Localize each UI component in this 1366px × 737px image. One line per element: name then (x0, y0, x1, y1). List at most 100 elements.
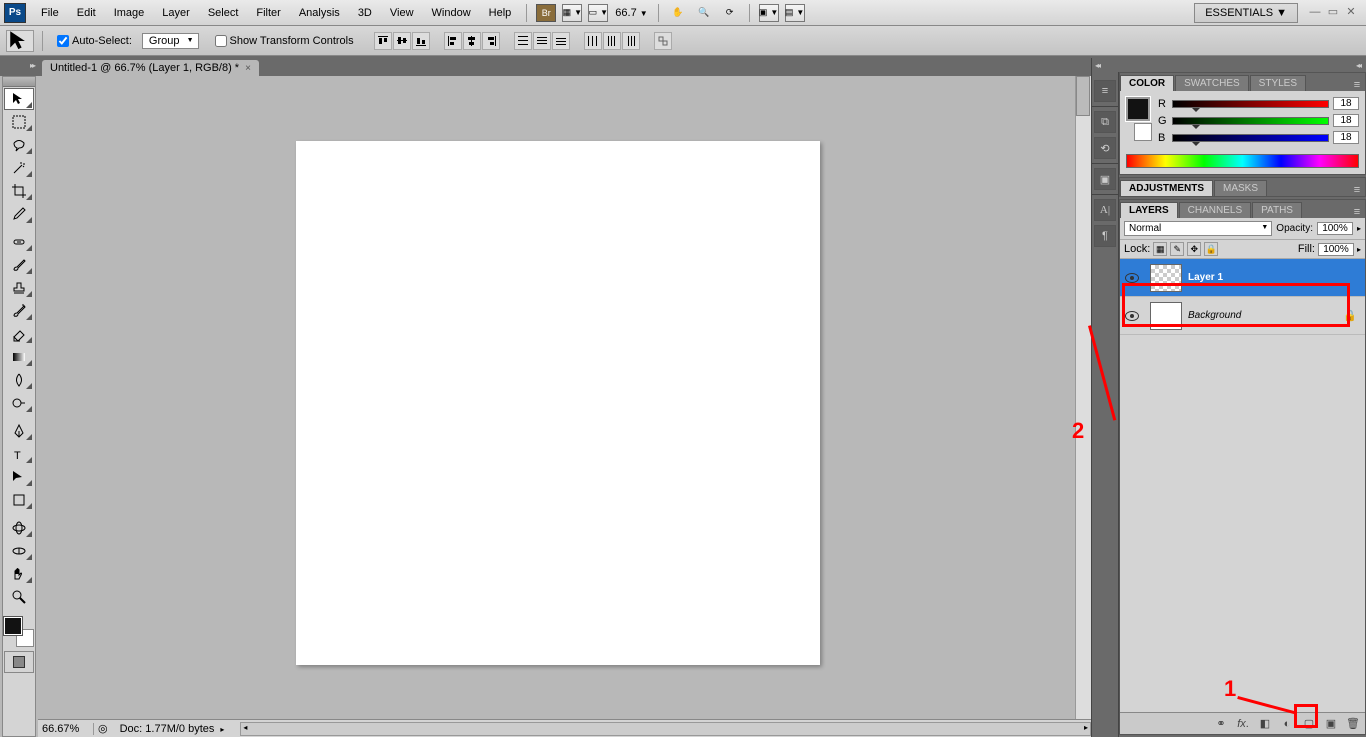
fill-input[interactable]: 100% (1318, 243, 1354, 256)
b-value[interactable]: 18 (1333, 131, 1359, 144)
dist-vcenter-icon[interactable] (533, 32, 551, 50)
menu-analysis[interactable]: Analysis (290, 3, 349, 23)
align-hcenter-icon[interactable] (463, 32, 481, 50)
adj-panel-menu-icon[interactable]: ≡ (1349, 184, 1365, 196)
3d-rotate-tool[interactable] (4, 517, 34, 539)
canvas[interactable] (296, 141, 820, 665)
tab-styles[interactable]: STYLES (1250, 75, 1306, 91)
layer-row[interactable]: Background 🔒 (1120, 297, 1365, 335)
color-fg-bg[interactable] (1126, 97, 1152, 148)
quickmask-toggle[interactable] (4, 651, 34, 673)
lock-pixels-icon[interactable]: ✎ (1170, 242, 1184, 256)
hand-icon[interactable]: ✋ (668, 4, 688, 22)
g-slider[interactable] (1172, 117, 1329, 125)
menu-layer[interactable]: Layer (153, 3, 199, 23)
dist-left-icon[interactable] (584, 32, 602, 50)
layer-thumbnail[interactable] (1150, 264, 1182, 292)
layer-row[interactable]: Layer 1 (1120, 259, 1365, 297)
adjustment-layer-icon[interactable]: ◐ (1279, 716, 1295, 732)
eyedropper-tool[interactable] (4, 203, 34, 225)
align-left-icon[interactable] (444, 32, 462, 50)
color-swatches[interactable] (4, 617, 34, 647)
history-brush-tool[interactable] (4, 300, 34, 322)
align-vcenter-icon[interactable] (393, 32, 411, 50)
para-icon[interactable]: ¶ (1094, 225, 1116, 247)
dist-right-icon[interactable] (622, 32, 640, 50)
r-slider[interactable] (1172, 100, 1329, 108)
marquee-tool[interactable] (4, 111, 34, 133)
lock-pos-icon[interactable]: ✥ (1187, 242, 1201, 256)
align-top-icon[interactable] (374, 32, 392, 50)
fx-icon[interactable]: fx. (1235, 716, 1251, 732)
trash-icon[interactable]: 🗑 (1345, 716, 1361, 732)
r-value[interactable]: 18 (1333, 97, 1359, 110)
move-tool[interactable] (4, 88, 34, 110)
tool-preset-icon[interactable]: ▣ (1094, 168, 1116, 190)
visibility-toggle[interactable] (1120, 311, 1144, 321)
menu-view[interactable]: View (381, 3, 423, 23)
link-layers-icon[interactable]: ⚭ (1213, 716, 1229, 732)
arrange1-icon[interactable]: ▣▼ (759, 4, 779, 22)
menu-filter[interactable]: Filter (247, 3, 289, 23)
bridge-icon[interactable]: Br (536, 4, 556, 22)
pen-tool[interactable] (4, 420, 34, 442)
workspace-switcher[interactable]: ESSENTIALS ▼ (1194, 3, 1298, 23)
tab-adjustments[interactable]: ADJUSTMENTS (1120, 180, 1213, 196)
layers-panel-menu-icon[interactable]: ≡ (1349, 206, 1365, 218)
status-zoom[interactable]: 66.67% (38, 723, 94, 735)
status-docinfo[interactable]: Doc: 1.77M/0 bytes (112, 723, 233, 735)
tab-swatches[interactable]: SWATCHES (1175, 75, 1249, 91)
crop-tool[interactable] (4, 180, 34, 202)
auto-select-dropdown[interactable]: Group (142, 33, 199, 49)
dist-hcenter-icon[interactable] (603, 32, 621, 50)
move-tool-indicator[interactable] (6, 30, 34, 52)
zoom-tool[interactable] (4, 586, 34, 608)
blur-tool[interactable] (4, 369, 34, 391)
menu-image[interactable]: Image (105, 3, 154, 23)
align-bottom-icon[interactable] (412, 32, 430, 50)
tab-channels[interactable]: CHANNELS (1179, 202, 1251, 218)
restore-icon[interactable]: ▭ (1326, 6, 1340, 20)
menu-file[interactable]: File (32, 3, 68, 23)
menu-edit[interactable]: Edit (68, 3, 105, 23)
lock-trans-icon[interactable]: ▦ (1153, 242, 1167, 256)
group-icon[interactable]: ▢ (1301, 716, 1317, 732)
document-tab[interactable]: Untitled-1 @ 66.7% (Layer 1, RGB/8) *× (42, 60, 259, 76)
zoom-level[interactable]: 66.7▼ (611, 7, 651, 19)
visibility-toggle[interactable] (1120, 273, 1144, 283)
char-icon[interactable]: A| (1094, 199, 1116, 221)
color-panel-menu-icon[interactable]: ≡ (1349, 79, 1365, 91)
b-slider[interactable] (1172, 134, 1329, 142)
heal-tool[interactable] (4, 231, 34, 253)
mask-icon[interactable]: ◧ (1257, 716, 1273, 732)
brush-tool[interactable] (4, 254, 34, 276)
auto-select-checkbox[interactable]: Auto-Select: (57, 35, 132, 47)
rotate-icon[interactable]: ⟳ (720, 4, 740, 22)
eraser-tool[interactable] (4, 323, 34, 345)
type-tool[interactable]: T (4, 443, 34, 465)
hand-tool[interactable] (4, 563, 34, 585)
tab-layers[interactable]: LAYERS (1120, 202, 1178, 218)
arrange2-icon[interactable]: ▤▼ (785, 4, 805, 22)
tab-color[interactable]: COLOR (1120, 75, 1174, 91)
color-spectrum[interactable] (1126, 154, 1359, 168)
dodge-tool[interactable] (4, 392, 34, 414)
minimize-icon[interactable]: — (1308, 6, 1322, 20)
opacity-input[interactable]: 100% (1317, 222, 1353, 235)
lasso-tool[interactable] (4, 134, 34, 156)
strip-expand[interactable] (1092, 58, 1120, 72)
zoom-icon[interactable]: 🔍 (694, 4, 714, 22)
auto-align-icon[interactable] (654, 32, 672, 50)
show-transform-checkbox[interactable]: Show Transform Controls (215, 35, 354, 47)
tab-paths[interactable]: PATHS (1252, 202, 1302, 218)
gradient-tool[interactable] (4, 346, 34, 368)
close-tab-icon[interactable]: × (245, 63, 251, 74)
new-layer-icon[interactable]: ▣ (1323, 716, 1339, 732)
screenmode-icon[interactable]: ▭▼ (588, 4, 608, 22)
menu-window[interactable]: Window (423, 3, 480, 23)
brush-strip-icon[interactable]: ⧉ (1094, 111, 1116, 133)
3d-camera-tool[interactable] (4, 540, 34, 562)
dist-bottom-icon[interactable] (552, 32, 570, 50)
panels-expand[interactable] (1119, 58, 1366, 72)
dist-top-icon[interactable] (514, 32, 532, 50)
